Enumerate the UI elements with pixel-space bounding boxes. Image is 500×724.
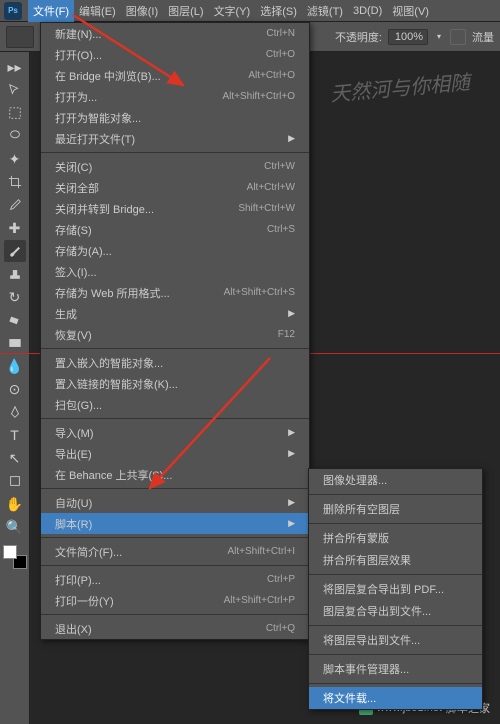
file-menu-item[interactable]: 打开为...Alt+Shift+Ctrl+O xyxy=(41,86,309,107)
menu-file[interactable]: 文件(F) xyxy=(28,0,74,22)
path-tool[interactable]: ↖ xyxy=(4,447,26,469)
opacity-dropdown-icon[interactable]: ▾ xyxy=(434,32,444,42)
gradient-tool[interactable] xyxy=(4,332,26,354)
hand-tool[interactable]: ✋ xyxy=(4,493,26,515)
file-menu-item[interactable]: 自动(U)▶ xyxy=(41,492,309,513)
file-menu-dropdown: 新建(N)...Ctrl+N打开(O)...Ctrl+O在 Bridge 中浏览… xyxy=(40,22,310,640)
script-menu-item[interactable]: 图层复合导出到文件... xyxy=(309,600,482,622)
blur-tool[interactable]: 💧 xyxy=(4,355,26,377)
wand-tool[interactable]: ✦ xyxy=(4,148,26,170)
script-menu-item[interactable]: 将文件载... xyxy=(309,687,482,709)
heal-tool[interactable]: ✚ xyxy=(4,217,26,239)
file-menu-item[interactable]: 存储(S)Ctrl+S xyxy=(41,219,309,240)
marquee-tool[interactable] xyxy=(4,102,26,124)
file-menu-item[interactable]: 扫包(G)... xyxy=(41,394,309,415)
file-menu-item[interactable]: 关闭并转到 Bridge...Shift+Ctrl+W xyxy=(41,198,309,219)
menu-image[interactable]: 图像(I) xyxy=(121,0,163,22)
file-menu-item[interactable]: 置入链接的智能对象(K)... xyxy=(41,373,309,394)
tool-panel: ▸▸ ✦ ✚ ↻ 💧 ⊙ T ↖ ✋ 🔍 xyxy=(0,52,30,724)
file-menu-item[interactable]: 最近打开文件(T)▶ xyxy=(41,128,309,149)
menu-bar: Ps 文件(F) 编辑(E) 图像(I) 图层(L) 文字(Y) 选择(S) 滤… xyxy=(0,0,500,22)
menu-layer[interactable]: 图层(L) xyxy=(163,0,208,22)
opacity-label: 不透明度: xyxy=(335,29,382,45)
opacity-value[interactable]: 100% xyxy=(388,29,428,45)
file-menu-item[interactable]: 恢复(V)F12 xyxy=(41,324,309,345)
move-tool[interactable] xyxy=(4,79,26,101)
file-menu-item[interactable]: 在 Bridge 中浏览(B)...Alt+Ctrl+O xyxy=(41,65,309,86)
file-menu-item[interactable]: 关闭(C)Ctrl+W xyxy=(41,156,309,177)
watermark-text: 天然河与你相随 xyxy=(329,66,471,107)
file-menu-item[interactable]: 退出(X)Ctrl+Q xyxy=(41,618,309,639)
app-logo: Ps xyxy=(4,2,22,20)
shape-tool[interactable] xyxy=(4,470,26,492)
script-menu-item[interactable]: 拼合所有蒙版 xyxy=(309,527,482,549)
file-menu-item[interactable]: 生成▶ xyxy=(41,303,309,324)
file-menu-item[interactable]: 新建(N)...Ctrl+N xyxy=(41,23,309,44)
dodge-tool[interactable]: ⊙ xyxy=(4,378,26,400)
brush-tool[interactable] xyxy=(4,240,26,262)
flow-label: 流量 xyxy=(472,29,494,45)
crop-tool[interactable] xyxy=(4,171,26,193)
menu-view[interactable]: 视图(V) xyxy=(387,0,434,22)
menu-3d[interactable]: 3D(D) xyxy=(348,2,387,20)
script-menu-item[interactable]: 图像处理器... xyxy=(309,469,482,491)
file-menu-item[interactable]: 关闭全部Alt+Ctrl+W xyxy=(41,177,309,198)
stamp-tool[interactable] xyxy=(4,263,26,285)
zoom-tool[interactable]: 🔍 xyxy=(4,516,26,538)
script-menu-item[interactable]: 拼合所有图层效果 xyxy=(309,549,482,571)
file-menu-item[interactable]: 打印一份(Y)Alt+Shift+Ctrl+P xyxy=(41,590,309,611)
file-menu-item[interactable]: 打开为智能对象... xyxy=(41,107,309,128)
menu-edit[interactable]: 编辑(E) xyxy=(74,0,121,22)
file-menu-item[interactable]: 文件简介(F)...Alt+Shift+Ctrl+I xyxy=(41,541,309,562)
lasso-tool[interactable] xyxy=(4,125,26,147)
file-menu-item[interactable]: 在 Behance 上共享(S)... xyxy=(41,464,309,485)
file-menu-item[interactable]: 打开(O)...Ctrl+O xyxy=(41,44,309,65)
menu-select[interactable]: 选择(S) xyxy=(255,0,302,22)
script-menu-item[interactable]: 脚本事件管理器... xyxy=(309,658,482,680)
file-menu-item[interactable]: 置入嵌入的智能对象... xyxy=(41,352,309,373)
script-menu-item[interactable]: 将图层导出到文件... xyxy=(309,629,482,651)
collapse-icon[interactable]: ▸▸ xyxy=(4,56,26,78)
pen-tool[interactable] xyxy=(4,401,26,423)
tool-preset[interactable] xyxy=(6,26,34,48)
color-swatches[interactable] xyxy=(3,545,27,569)
pressure-icon[interactable] xyxy=(450,29,466,45)
type-tool[interactable]: T xyxy=(4,424,26,446)
file-menu-item[interactable]: 脚本(R)▶ xyxy=(41,513,309,534)
fg-swatch[interactable] xyxy=(3,545,17,559)
script-menu-item[interactable]: 删除所有空图层 xyxy=(309,498,482,520)
file-menu-item[interactable]: 打印(P)...Ctrl+P xyxy=(41,569,309,590)
eyedropper-tool[interactable] xyxy=(4,194,26,216)
file-menu-item[interactable]: 导入(M)▶ xyxy=(41,422,309,443)
file-menu-item[interactable]: 存储为 Web 所用格式...Alt+Shift+Ctrl+S xyxy=(41,282,309,303)
file-menu-item[interactable]: 签入(I)... xyxy=(41,261,309,282)
file-menu-item[interactable]: 导出(E)▶ xyxy=(41,443,309,464)
script-submenu: 图像处理器... 删除所有空图层拼合所有蒙版拼合所有图层效果将图层复合导出到 PD… xyxy=(308,468,483,710)
history-brush-tool[interactable]: ↻ xyxy=(4,286,26,308)
script-menu-item[interactable]: 将图层复合导出到 PDF... xyxy=(309,578,482,600)
file-menu-item[interactable]: 存储为(A)... xyxy=(41,240,309,261)
eraser-tool[interactable] xyxy=(4,309,26,331)
menu-type[interactable]: 文字(Y) xyxy=(209,0,256,22)
menu-filter[interactable]: 滤镜(T) xyxy=(302,0,348,22)
